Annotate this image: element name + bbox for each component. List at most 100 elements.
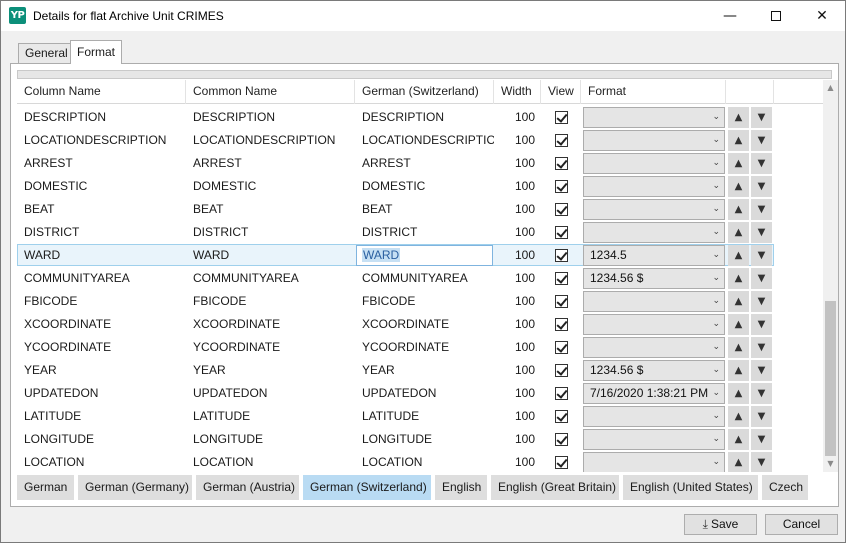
cell-column-name[interactable]: YCOORDINATE bbox=[17, 336, 186, 359]
language-button[interactable]: German (Germany) bbox=[78, 475, 192, 500]
move-up-button[interactable]: ▲ bbox=[728, 176, 749, 197]
cell-german-name[interactable]: ARREST bbox=[355, 152, 494, 175]
cell-column-name[interactable]: BEAT bbox=[17, 198, 186, 221]
move-up-button[interactable]: ▲ bbox=[728, 383, 749, 404]
format-combo[interactable]: ⌄ bbox=[583, 337, 725, 358]
format-combo[interactable]: 7/16/2020 1:38:21 PM ⌄ bbox=[583, 383, 725, 404]
move-down-button[interactable]: ▼ bbox=[751, 360, 772, 381]
move-down-button[interactable]: ▼ bbox=[751, 245, 772, 266]
cell-common-name[interactable]: WARD bbox=[186, 244, 355, 267]
cell-column-name[interactable]: XCOORDINATE bbox=[17, 313, 186, 336]
format-combo[interactable]: ⌄ bbox=[583, 130, 725, 151]
cell-column-name[interactable]: DOMESTIC bbox=[17, 175, 186, 198]
cell-common-name[interactable]: YCOORDINATE bbox=[186, 336, 355, 359]
view-checkbox[interactable] bbox=[555, 318, 568, 331]
move-up-button[interactable]: ▲ bbox=[728, 268, 749, 289]
table-row[interactable]: BEAT BEAT BEAT 100 ⌄ ▲ ▼ bbox=[17, 198, 823, 221]
table-row[interactable]: XCOORDINATE XCOORDINATE XCOORDINATE 100 ⌄ ▲ ▼ bbox=[17, 313, 823, 336]
move-up-button[interactable]: ▲ bbox=[728, 406, 749, 427]
header-german-switzerland[interactable]: German (Switzerland) bbox=[355, 80, 494, 104]
cell-column-name[interactable]: FBICODE bbox=[17, 290, 186, 313]
scroll-up-icon[interactable]: ▲ bbox=[823, 80, 838, 96]
table-row[interactable]: LONGITUDE LONGITUDE LONGITUDE 100 ⌄ ▲ ▼ bbox=[17, 428, 823, 451]
close-button[interactable]: ✕ bbox=[799, 1, 845, 31]
cell-common-name[interactable]: YEAR bbox=[186, 359, 355, 382]
view-checkbox[interactable] bbox=[555, 364, 568, 377]
table-row[interactable]: ARREST ARREST ARREST 100 ⌄ ▲ ▼ bbox=[17, 152, 823, 175]
language-button[interactable]: English (Great Britain) bbox=[491, 475, 619, 500]
cell-german-name[interactable]: WARD bbox=[355, 244, 494, 267]
table-row[interactable]: DESCRIPTION DESCRIPTION DESCRIPTION 100 ⌄ ▲ ▼ bbox=[17, 106, 823, 129]
cell-german-name[interactable]: DISTRICT bbox=[355, 221, 494, 244]
cell-common-name[interactable]: XCOORDINATE bbox=[186, 313, 355, 336]
view-checkbox[interactable] bbox=[555, 134, 568, 147]
cell-width[interactable]: 100 bbox=[494, 313, 541, 336]
move-up-button[interactable]: ▲ bbox=[728, 245, 749, 266]
cell-german-name[interactable]: COMMUNITYAREA bbox=[355, 267, 494, 290]
table-row[interactable]: WARD WARD WARD 100 1234.5 ⌄ ▲ ▼ bbox=[17, 244, 823, 267]
language-button[interactable]: German (Austria) bbox=[196, 475, 299, 500]
cell-column-name[interactable]: LONGITUDE bbox=[17, 428, 186, 451]
view-checkbox[interactable] bbox=[555, 203, 568, 216]
cell-common-name[interactable]: DISTRICT bbox=[186, 221, 355, 244]
cell-german-name[interactable]: DOMESTIC bbox=[355, 175, 494, 198]
header-common-name[interactable]: Common Name bbox=[186, 80, 355, 104]
cell-common-name[interactable]: DESCRIPTION bbox=[186, 106, 355, 129]
cell-german-name[interactable]: LOCATION bbox=[355, 451, 494, 472]
move-up-button[interactable]: ▲ bbox=[728, 360, 749, 381]
cell-column-name[interactable]: COMMUNITYAREA bbox=[17, 267, 186, 290]
header-view[interactable]: View bbox=[541, 80, 581, 104]
cell-column-name[interactable]: LOCATIONDESCRIPTION bbox=[17, 129, 186, 152]
save-button[interactable]: ⤓ Save bbox=[684, 514, 757, 535]
cell-german-name[interactable]: XCOORDINATE bbox=[355, 313, 494, 336]
move-down-button[interactable]: ▼ bbox=[751, 291, 772, 312]
cell-width[interactable]: 100 bbox=[494, 267, 541, 290]
tab-general[interactable]: General bbox=[18, 43, 75, 63]
header-format[interactable]: Format bbox=[581, 80, 726, 104]
cell-german-name[interactable]: BEAT bbox=[355, 198, 494, 221]
view-checkbox[interactable] bbox=[555, 111, 568, 124]
cell-common-name[interactable]: FBICODE bbox=[186, 290, 355, 313]
cell-column-name[interactable]: LATITUDE bbox=[17, 405, 186, 428]
format-combo[interactable]: 1234.56 $ ⌄ bbox=[583, 268, 725, 289]
move-down-button[interactable]: ▼ bbox=[751, 337, 772, 358]
header-width[interactable]: Width bbox=[494, 80, 541, 104]
table-row[interactable]: FBICODE FBICODE FBICODE 100 ⌄ ▲ ▼ bbox=[17, 290, 823, 313]
move-down-button[interactable]: ▼ bbox=[751, 452, 772, 472]
cell-common-name[interactable]: UPDATEDON bbox=[186, 382, 355, 405]
move-up-button[interactable]: ▲ bbox=[728, 429, 749, 450]
cell-column-name[interactable]: YEAR bbox=[17, 359, 186, 382]
cell-common-name[interactable]: ARREST bbox=[186, 152, 355, 175]
move-up-button[interactable]: ▲ bbox=[728, 291, 749, 312]
table-row[interactable]: COMMUNITYAREA COMMUNITYAREA COMMUNITYAREA 1… bbox=[17, 267, 823, 290]
tab-format[interactable]: Format bbox=[70, 40, 123, 64]
cell-common-name[interactable]: BEAT bbox=[186, 198, 355, 221]
cell-german-name[interactable]: YCOORDINATE bbox=[355, 336, 494, 359]
cell-common-name[interactable]: LONGITUDE bbox=[186, 428, 355, 451]
move-up-button[interactable]: ▲ bbox=[728, 153, 749, 174]
format-combo[interactable]: ⌄ bbox=[583, 199, 725, 220]
format-combo[interactable]: 1234.56 $ ⌄ bbox=[583, 360, 725, 381]
scroll-thumb[interactable] bbox=[825, 301, 836, 456]
table-row[interactable]: LOCATIONDESCRIPTION LOCATIONDESCRIPTION LO… bbox=[17, 129, 823, 152]
cancel-button[interactable]: Cancel bbox=[765, 514, 838, 535]
move-down-button[interactable]: ▼ bbox=[751, 268, 772, 289]
move-down-button[interactable]: ▼ bbox=[751, 429, 772, 450]
cell-german-name[interactable]: LONGITUDE bbox=[355, 428, 494, 451]
view-checkbox[interactable] bbox=[555, 410, 568, 423]
view-checkbox[interactable] bbox=[555, 226, 568, 239]
cell-width[interactable]: 100 bbox=[494, 382, 541, 405]
cell-common-name[interactable]: LATITUDE bbox=[186, 405, 355, 428]
view-checkbox[interactable] bbox=[555, 272, 568, 285]
view-checkbox[interactable] bbox=[555, 341, 568, 354]
cell-width[interactable]: 100 bbox=[494, 175, 541, 198]
table-row[interactable]: DISTRICT DISTRICT DISTRICT 100 ⌄ ▲ ▼ bbox=[17, 221, 823, 244]
cell-common-name[interactable]: COMMUNITYAREA bbox=[186, 267, 355, 290]
move-down-button[interactable]: ▼ bbox=[751, 406, 772, 427]
move-down-button[interactable]: ▼ bbox=[751, 199, 772, 220]
cell-column-name[interactable]: DESCRIPTION bbox=[17, 106, 186, 129]
cell-column-name[interactable]: LOCATION bbox=[17, 451, 186, 472]
format-combo[interactable]: ⌄ bbox=[583, 153, 725, 174]
cell-column-name[interactable]: ARREST bbox=[17, 152, 186, 175]
cell-width[interactable]: 100 bbox=[494, 106, 541, 129]
